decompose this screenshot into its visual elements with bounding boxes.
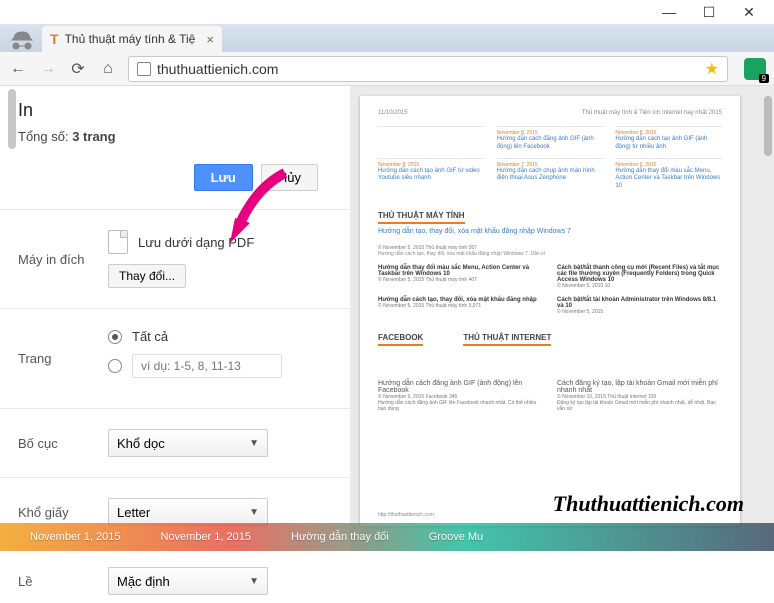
tab-strip: T Thủ thuật máy tính & Tiệ × (0, 24, 774, 52)
browser-tab[interactable]: T Thủ thuật máy tính & Tiệ × (42, 26, 222, 52)
preview-footer-url: http://thuthuattienich.com (378, 512, 434, 518)
layout-value: Khổ dọc (117, 436, 165, 451)
chevron-down-icon: ▼ (249, 438, 259, 449)
destination-value: Lưu dưới dạng PDF (138, 235, 254, 250)
margins-value: Mặc định (117, 574, 170, 589)
section-heading: THỦ THUẬT MÁY TÍNH (378, 211, 465, 224)
preview-page-1: 11/10/2015 Thủ thuật máy tính & Tiện ích… (360, 96, 740, 526)
minimize-button[interactable]: — (649, 1, 689, 23)
total-label: Tổng số: (18, 129, 69, 144)
margins-dropdown[interactable]: Mặc định ▼ (108, 567, 268, 595)
home-button[interactable]: ⌂ (98, 60, 118, 78)
preview-header-title: Thủ thuật máy tính & Tiện ích Internet h… (582, 110, 722, 116)
maximize-button[interactable]: ☐ (689, 1, 729, 23)
pages-range-radio[interactable] (108, 359, 122, 373)
extension-icon[interactable] (744, 58, 766, 80)
print-heading: In (18, 100, 332, 121)
watermark-text: Thuthuattienich.com (553, 491, 744, 517)
incognito-icon (8, 28, 36, 52)
layout-dropdown[interactable]: Khổ dọc ▼ (108, 429, 268, 457)
destination-label: Máy in đích (18, 252, 108, 267)
pages-all-label: Tất cả (132, 329, 168, 344)
pages-label: Trang (18, 351, 108, 366)
toolbar: ← → ⟳ ⌂ thuthuattienich.com ★ (0, 52, 774, 86)
panel-scrollbar-thumb[interactable] (8, 89, 16, 149)
cancel-button[interactable]: Hủy (261, 164, 318, 191)
margins-label: Lề (18, 574, 108, 589)
main-article-title: Hướng dẫn tạo, thay đổi, xóa mật khẩu đă… (378, 228, 722, 235)
preview-scrollbar-thumb[interactable] (764, 96, 772, 156)
pages-range-input[interactable] (132, 354, 282, 378)
layout-label: Bố cục (18, 436, 108, 451)
close-window-button[interactable]: ✕ (729, 1, 769, 23)
background-page-strip: November 1, 2015 November 1, 2015 Hường … (0, 523, 774, 551)
total-pages-line: Tổng số: 3 trang (18, 129, 332, 144)
site-info-icon[interactable] (137, 62, 151, 76)
window-titlebar: — ☐ ✕ (0, 0, 774, 24)
papersize-dropdown[interactable]: Letter ▼ (108, 498, 268, 526)
print-preview-pane: 11/10/2015 Thủ thuật máy tính & Tiện ích… (350, 86, 774, 551)
total-pages-value: 3 trang (72, 129, 115, 144)
section-heading: THỦ THUẬT INTERNET (463, 333, 551, 346)
address-bar[interactable]: thuthuattienich.com ★ (128, 56, 728, 82)
back-button[interactable]: ← (8, 60, 28, 78)
tab-title: Thủ thuật máy tính & Tiệ (65, 32, 203, 46)
papersize-label: Khổ giấy (18, 505, 108, 520)
change-destination-button[interactable]: Thay đổi... (108, 264, 186, 288)
forward-button[interactable]: → (38, 60, 58, 78)
section-heading: FACEBOOK (378, 333, 423, 346)
papersize-value: Letter (117, 505, 150, 520)
chevron-down-icon: ▼ (249, 576, 259, 587)
preview-header-date: 11/10/2015 (378, 110, 408, 116)
print-dialog-panel: In Tổng số: 3 trang Lưu Hủy Máy in đích … (0, 86, 350, 551)
tab-close-icon[interactable]: × (206, 32, 214, 47)
reload-button[interactable]: ⟳ (68, 59, 88, 79)
url-text: thuthuattienich.com (157, 61, 705, 77)
pages-all-radio[interactable] (108, 330, 122, 344)
bookmark-star-icon[interactable]: ★ (705, 59, 719, 79)
chevron-down-icon: ▼ (249, 507, 259, 518)
save-button[interactable]: Lưu (194, 164, 253, 191)
pdf-doc-icon (108, 230, 128, 254)
favicon-icon: T (50, 31, 59, 47)
